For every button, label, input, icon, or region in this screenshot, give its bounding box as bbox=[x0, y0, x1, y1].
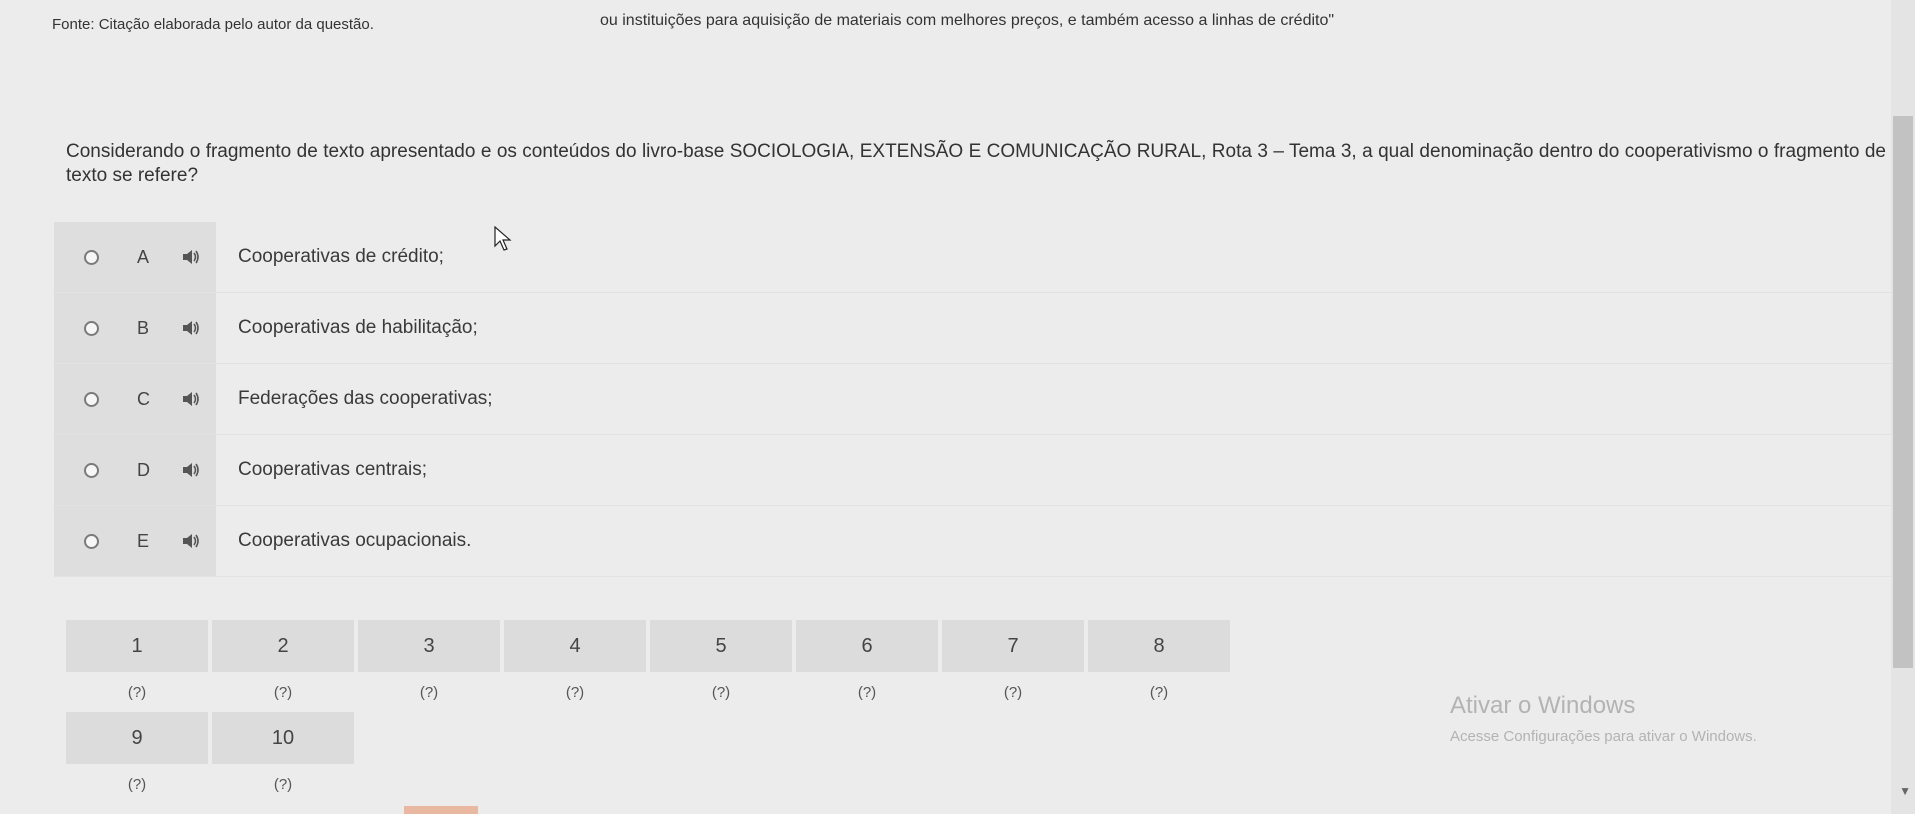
radio-button[interactable] bbox=[84, 320, 99, 336]
nav-row-statuses: (?) (?) (?) (?) (?) (?) (?) (?) bbox=[66, 672, 1234, 712]
question-navigation: 1 2 3 4 5 6 7 8 (?) (?) (?) (?) (?) (?) … bbox=[66, 620, 1234, 804]
nav-question-6[interactable]: 6 bbox=[796, 620, 938, 672]
nav-question-8[interactable]: 8 bbox=[1088, 620, 1230, 672]
nav-row-statuses-2: (?) (?) bbox=[66, 764, 1234, 804]
option-letter: D bbox=[137, 459, 150, 480]
nav-row-numbers-2: 9 10 bbox=[66, 712, 1234, 764]
nav-question-2[interactable]: 2 bbox=[212, 620, 354, 672]
speaker-icon[interactable] bbox=[181, 532, 201, 550]
nav-question-5[interactable]: 5 bbox=[650, 620, 792, 672]
nav-status: (?) bbox=[1149, 683, 1169, 701]
option-letter: E bbox=[137, 530, 150, 551]
nav-status: (?) bbox=[273, 775, 293, 793]
option-text: Cooperativas de habilitação; bbox=[238, 317, 478, 338]
nav-row-numbers: 1 2 3 4 5 6 7 8 bbox=[66, 620, 1234, 672]
vertical-scrollbar[interactable]: ▼ bbox=[1891, 0, 1915, 814]
option-b[interactable]: B Cooperativas de habilitação; bbox=[54, 293, 1894, 364]
nav-status: (?) bbox=[857, 683, 877, 701]
taskbar-highlight bbox=[404, 806, 478, 814]
nav-status: (?) bbox=[711, 683, 731, 701]
option-e-selector[interactable]: E bbox=[54, 506, 216, 576]
nav-question-9[interactable]: 9 bbox=[66, 712, 208, 764]
source-citation: Fonte: Citação elaborada pelo autor da q… bbox=[52, 16, 374, 33]
watermark-subtitle: Acesse Configurações para ativar o Windo… bbox=[1450, 728, 1757, 745]
radio-button[interactable] bbox=[84, 249, 99, 265]
option-a-selector[interactable]: A bbox=[54, 222, 216, 292]
mouse-pointer-icon bbox=[494, 226, 512, 251]
option-letter: C bbox=[137, 388, 150, 409]
nav-status: (?) bbox=[419, 683, 439, 701]
option-text: Cooperativas ocupacionais. bbox=[238, 530, 472, 551]
nav-status: (?) bbox=[127, 775, 147, 793]
option-c[interactable]: C Federações das cooperativas; bbox=[54, 364, 1894, 435]
answer-options: A Cooperativas de crédito; B Cooperativa… bbox=[54, 222, 1894, 577]
nav-question-1[interactable]: 1 bbox=[66, 620, 208, 672]
option-b-selector[interactable]: B bbox=[54, 293, 216, 363]
option-d[interactable]: D Cooperativas centrais; bbox=[54, 435, 1894, 506]
option-text: Cooperativas de crédito; bbox=[238, 246, 444, 267]
windows-activation-watermark: Ativar o Windows Acesse Configurações pa… bbox=[1450, 692, 1757, 745]
scroll-down-icon[interactable]: ▼ bbox=[1899, 784, 1911, 798]
quote-fragment: ou instituições para aquisição de materi… bbox=[600, 12, 1335, 29]
nav-question-4[interactable]: 4 bbox=[504, 620, 646, 672]
scrollbar-thumb[interactable] bbox=[1893, 116, 1913, 668]
option-text: Cooperativas centrais; bbox=[238, 459, 428, 480]
nav-question-3[interactable]: 3 bbox=[358, 620, 500, 672]
nav-status: (?) bbox=[127, 683, 147, 701]
radio-button[interactable] bbox=[84, 391, 99, 407]
option-d-selector[interactable]: D bbox=[54, 435, 216, 505]
nav-question-7[interactable]: 7 bbox=[942, 620, 1084, 672]
option-letter: A bbox=[137, 246, 150, 267]
radio-button[interactable] bbox=[84, 533, 99, 549]
radio-button[interactable] bbox=[84, 462, 99, 478]
nav-status: (?) bbox=[273, 683, 293, 701]
option-c-selector[interactable]: C bbox=[54, 364, 216, 434]
option-text: Federações das cooperativas; bbox=[238, 388, 493, 409]
watermark-title: Ativar o Windows bbox=[1450, 692, 1636, 719]
option-a[interactable]: A Cooperativas de crédito; bbox=[54, 222, 1894, 293]
nav-status: (?) bbox=[565, 683, 585, 701]
speaker-icon[interactable] bbox=[181, 390, 201, 408]
speaker-icon[interactable] bbox=[181, 248, 201, 266]
speaker-icon[interactable] bbox=[181, 461, 201, 479]
nav-status: (?) bbox=[1003, 683, 1023, 701]
question-text: Considerando o fragmento de texto aprese… bbox=[66, 141, 1886, 186]
option-letter: B bbox=[137, 317, 150, 338]
nav-question-10[interactable]: 10 bbox=[212, 712, 354, 764]
option-e[interactable]: E Cooperativas ocupacionais. bbox=[54, 506, 1894, 577]
speaker-icon[interactable] bbox=[181, 319, 201, 337]
